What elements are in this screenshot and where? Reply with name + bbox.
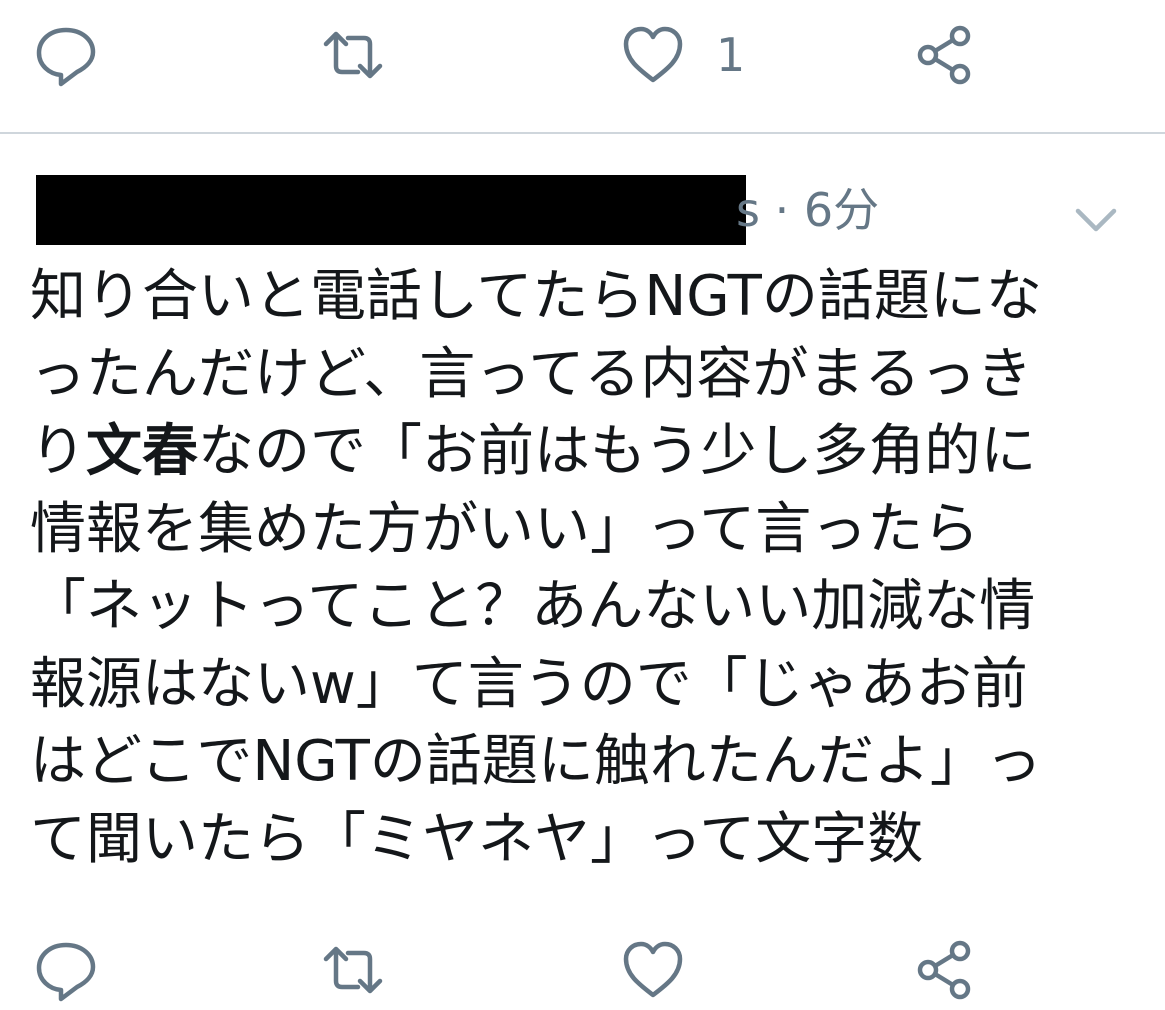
tweet-line: 報源はないw」て言うので「じゃあお前 [30,651,1028,717]
chevron-down-icon[interactable] [1072,205,1120,235]
like-count: 1 [716,28,746,82]
retweet-button[interactable] [320,930,386,1010]
bold-keyword: 文春 [86,419,198,484]
heart-icon [623,941,683,998]
retweet-icon [323,31,383,79]
tweet-divider [0,132,1165,134]
redacted-username [36,175,746,245]
retweet-button[interactable] [320,15,386,95]
retweet-icon [323,946,383,994]
reply-button[interactable] [33,930,99,1010]
share-icon [917,25,971,85]
bottom-action-bar [0,930,1165,1010]
tweet-line: ったんだけど、言ってる内容がまるっき [30,341,1033,407]
tweet-header: s · 6分 [36,175,1126,245]
tweet-text: 知り合いと電話してたらNGTの話題にな ったんだけど、言ってる内容がまるっき り… [30,258,1130,878]
tweet-line-prefix: り [30,419,86,484]
top-action-bar: 1 [0,15,1165,95]
reply-icon [36,942,96,1002]
tweet-line: 情報を集めた方がいい」って言ったら [30,496,980,562]
like-button[interactable] [620,930,686,1010]
reply-icon [36,27,96,87]
tweet-line: 知り合いと電話してたらNGTの話題にな [30,264,1042,329]
share-icon [917,940,971,1000]
share-button[interactable] [912,15,978,95]
heart-icon [623,26,683,83]
tweet-line: はどこでNGTの話題に触れたんだよ」っ [30,729,1042,794]
tweet-line: て聞いたら「ミヤネヤ」って文字数 [30,806,924,872]
share-button[interactable] [912,930,978,1010]
tweet-timestamp: s · 6分 [736,183,880,237]
tweet-line-rest: なので「お前はもう少し多角的に [198,419,1037,484]
tweet-line: り文春なので「お前はもう少し多角的に [30,413,1130,491]
like-button[interactable]: 1 [620,15,745,95]
tweet-line: 「ネットってこと？あんないい加減な情 [30,574,1036,639]
reply-button[interactable] [33,15,99,95]
